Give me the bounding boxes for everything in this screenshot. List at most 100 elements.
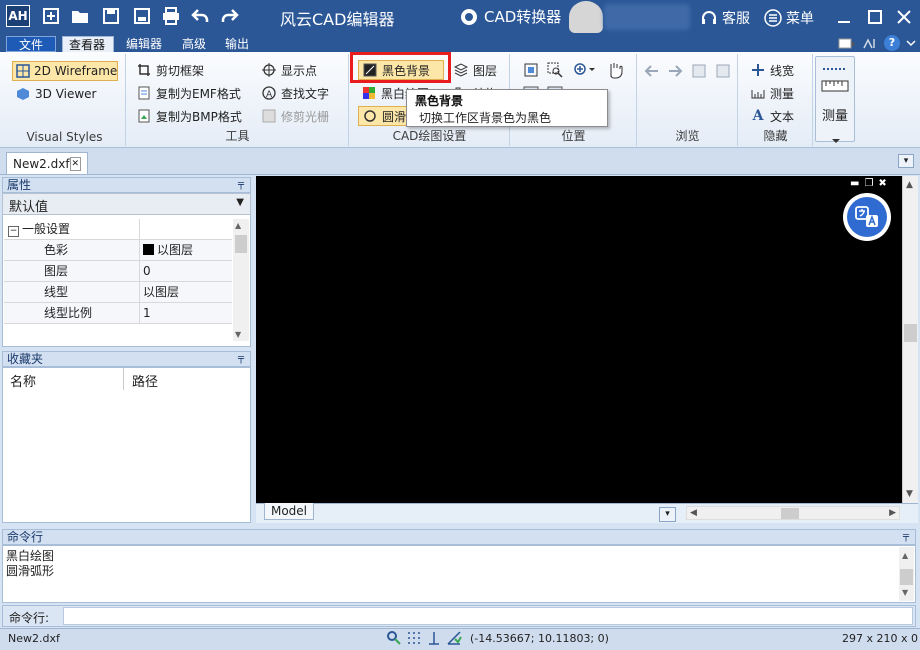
pan-hand-icon[interactable] [607, 61, 623, 79]
canvas-vertical-scrollbar[interactable]: ▲ ▼ [902, 176, 918, 503]
property-value-cell[interactable]: 以图层 [140, 240, 232, 260]
cad-converter-button[interactable]: CAD转换器 [460, 6, 561, 27]
pin-icon[interactable]: ╤ [238, 178, 244, 192]
property-row[interactable]: 线型比例 1 [4, 303, 232, 324]
service-button[interactable]: 客服 [700, 8, 750, 28]
status-toggles [386, 630, 462, 646]
status-bar: New2.dxf (-14.53667; 10.11803; 0) 297 x … [0, 628, 920, 650]
scroll-up-icon[interactable]: ▲ [906, 180, 913, 190]
drawing-canvas[interactable] [256, 176, 902, 503]
property-row[interactable]: 图层 0 [4, 261, 232, 282]
tab-viewer[interactable]: 查看器 [62, 36, 114, 52]
chevron-down-icon[interactable] [906, 38, 916, 48]
canvas-horizontal-scrollbar[interactable]: ◀ ▶ [686, 506, 900, 520]
scroll-right-icon[interactable]: ▶ [889, 508, 896, 518]
scroll-up-icon[interactable]: ▲ [902, 548, 908, 563]
canvas-restore-icon[interactable]: ❐ [864, 178, 873, 189]
browse-icon-d[interactable] [715, 63, 731, 79]
measure-small-label: 测量 [770, 86, 795, 101]
scroll-down-icon[interactable]: ▼ [906, 489, 913, 499]
close-icon [897, 10, 911, 24]
section-row[interactable]: − 一般设置 [4, 219, 232, 240]
style-icon[interactable] [862, 36, 878, 50]
forward-arrow-icon[interactable] [667, 64, 683, 78]
section-value [140, 219, 232, 239]
minimize-button[interactable] [832, 5, 856, 29]
fit-window-icon[interactable] [523, 62, 539, 78]
text-a-icon: A [752, 108, 764, 124]
avatar[interactable] [569, 1, 603, 33]
new-file-icon[interactable] [40, 5, 62, 27]
back-arrow-icon[interactable] [644, 64, 660, 78]
layout-list-dropdown[interactable]: ▾ [659, 507, 676, 522]
measure-small-button[interactable]: 测量 [747, 83, 797, 103]
close-button[interactable] [892, 5, 916, 29]
print-icon[interactable] [160, 5, 182, 27]
redo-icon[interactable] [219, 5, 241, 27]
ortho-icon[interactable] [426, 630, 442, 646]
scroll-up-icon[interactable]: ▲ [235, 221, 241, 230]
undo-icon[interactable] [189, 5, 211, 27]
property-row[interactable]: 色彩 以图层 [4, 240, 232, 261]
copy-bmp-button[interactable]: 复制为BMP格式 [133, 106, 245, 126]
translate-button[interactable] [843, 193, 891, 241]
property-value[interactable]: 以图层 [140, 282, 232, 302]
scroll-thumb[interactable] [781, 508, 799, 519]
polar-icon[interactable] [446, 630, 462, 646]
scroll-down-icon[interactable]: ▼ [902, 585, 908, 600]
scroll-down-icon[interactable]: ▼ [235, 330, 241, 339]
wireframe-2d-button[interactable]: 2D Wireframe [12, 61, 118, 81]
document-tab[interactable]: New2.dxf ✕ [6, 152, 88, 174]
property-value[interactable]: 1 [140, 303, 232, 323]
tab-editor[interactable]: 编辑器 [120, 36, 168, 52]
properties-preset-select[interactable]: 默认值 ▼ [2, 193, 251, 215]
find-text-button[interactable]: A 查找文字 [258, 83, 332, 103]
scroll-thumb[interactable] [235, 235, 247, 253]
show-points-button[interactable]: 显示点 [258, 60, 320, 80]
pin-icon[interactable]: ╤ [903, 530, 909, 544]
customize-icon[interactable] [838, 36, 856, 50]
snap-icon[interactable] [386, 630, 402, 646]
properties-scrollbar[interactable]: ▲ ▼ [233, 219, 249, 341]
tab-list-dropdown[interactable]: ▾ [898, 154, 914, 168]
scroll-thumb[interactable] [900, 569, 913, 585]
canvas-close-icon[interactable]: ✖ [878, 178, 886, 189]
pin-icon[interactable]: ╤ [238, 352, 244, 366]
column-name[interactable]: 名称 [2, 368, 124, 390]
copy-emf-button[interactable]: 复制为EMF格式 [133, 83, 244, 103]
text-button[interactable]: A 文本 [747, 106, 797, 126]
zoom-rect-icon[interactable] [547, 62, 563, 78]
property-value[interactable]: 0 [140, 261, 232, 281]
scroll-left-icon[interactable]: ◀ [690, 508, 697, 518]
layers-button[interactable]: 图层 [450, 60, 500, 80]
tab-output[interactable]: 输出 [219, 36, 255, 52]
canvas-minimize-icon[interactable]: ▬ [850, 178, 859, 189]
close-tab-icon[interactable]: ✕ [69, 156, 81, 171]
trim-raster-button[interactable]: 修剪光栅 [258, 106, 332, 126]
browse-icon-c[interactable] [691, 63, 707, 79]
clip-frame-label: 剪切框架 [156, 63, 205, 78]
clip-frame-button[interactable]: 剪切框架 [133, 60, 207, 80]
group-tools: 剪切框架 复制为EMF格式 复制为BMP格式 显示点 A 查找文字 修剪光栅 工… [127, 54, 349, 146]
help-icon[interactable]: ? [884, 35, 900, 51]
column-path[interactable]: 路径 [124, 368, 251, 390]
maximize-button[interactable] [863, 5, 887, 29]
linewidth-button[interactable]: 线宽 [747, 60, 797, 80]
measure-big-button[interactable]: 测量 [815, 56, 855, 143]
menu-button[interactable]: 菜单 [764, 8, 814, 28]
tab-file[interactable]: 文件 [6, 36, 56, 52]
model-tab[interactable]: Model [264, 503, 314, 520]
command-input[interactable] [63, 607, 913, 625]
save-pdf-icon[interactable] [131, 5, 153, 27]
viewer-3d-button[interactable]: 3D Viewer [12, 84, 99, 104]
zoom-in-icon[interactable] [573, 62, 595, 78]
property-row[interactable]: 线型 以图层 [4, 282, 232, 303]
black-background-button[interactable]: 黑色背景 [358, 60, 444, 80]
scroll-thumb[interactable] [904, 324, 917, 342]
grid-icon[interactable] [406, 630, 422, 646]
tab-advanced[interactable]: 高级 [176, 36, 212, 52]
command-history-scrollbar[interactable]: ▲ ▼ [899, 547, 914, 601]
open-folder-icon[interactable] [69, 5, 91, 27]
collapse-icon[interactable]: − [8, 226, 19, 237]
save-icon[interactable] [100, 5, 122, 27]
